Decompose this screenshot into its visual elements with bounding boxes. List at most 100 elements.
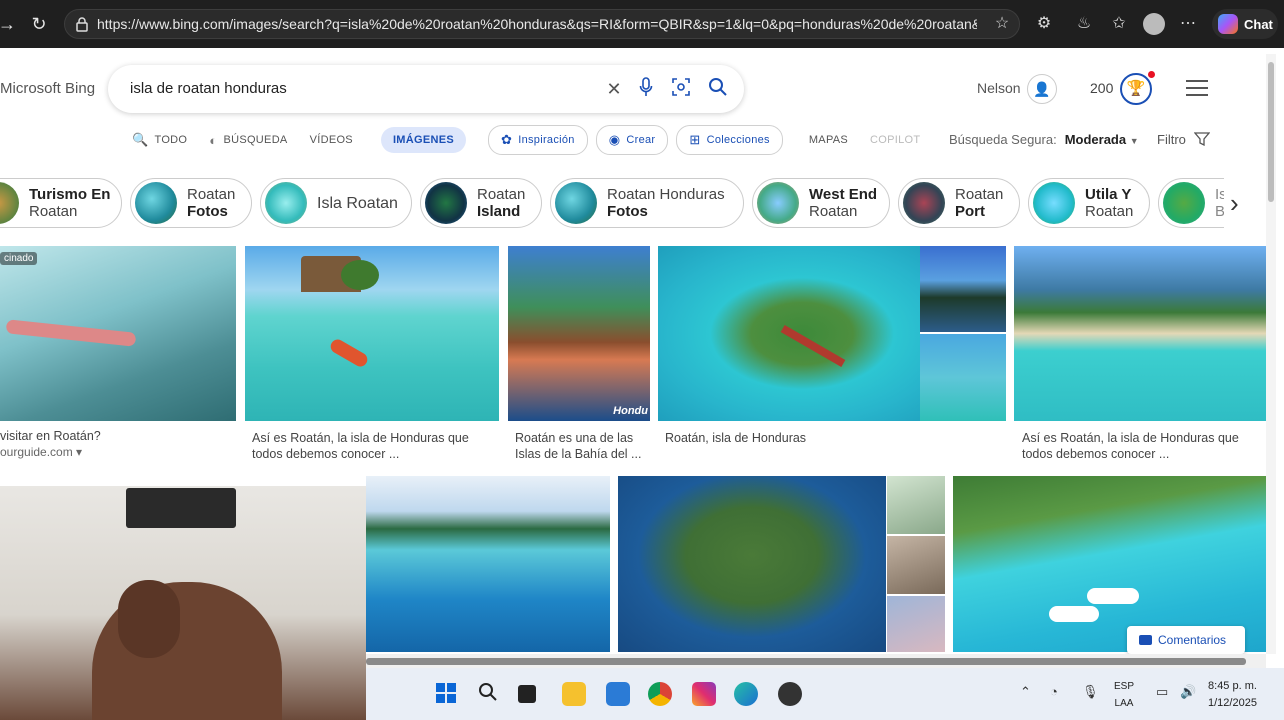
safe-search-label: Búsqueda Segura: (949, 132, 1057, 147)
user-name[interactable]: Nelson (977, 80, 1021, 96)
chip-line1: Roatan (955, 186, 1004, 203)
swimmer-figure (5, 319, 137, 347)
chip-line2: Fotos (187, 203, 228, 220)
feedback-button[interactable]: Comentarios (1127, 626, 1245, 654)
chip-thumbnail (425, 182, 467, 224)
chip-roatan-fotos[interactable]: Roatan Fotos (130, 178, 252, 228)
file-explorer-icon[interactable] (562, 682, 586, 706)
tab-colecciones[interactable]: ⊞ Colecciones (676, 125, 783, 155)
chevron-right-icon[interactable]: › (1230, 188, 1239, 219)
instagram-icon[interactable] (692, 682, 716, 706)
result-caption[interactable]: Roatán, isla de Honduras (665, 430, 915, 446)
performance-icon[interactable]: ♨ (1072, 12, 1096, 36)
result-image-sandbar[interactable] (366, 476, 610, 652)
menu-icon[interactable] (1186, 80, 1208, 101)
chip-line1: West End (809, 186, 878, 203)
copilot-chat-button[interactable]: Chat (1212, 9, 1278, 39)
tab-busqueda[interactable]: ◐ BÚSQUEDA (209, 133, 287, 148)
search-input[interactable]: isla de roatan honduras (130, 80, 287, 97)
result-image-monkey[interactable] (887, 536, 945, 594)
chevron-up-icon[interactable]: ⌃ (1020, 684, 1031, 700)
chip-line1: Isla Roatan (317, 194, 398, 212)
microphone-icon[interactable]: 🎙 (1082, 684, 1099, 700)
filter-button[interactable]: Filtro (1157, 132, 1210, 147)
sponsored-badge: cinado (0, 252, 38, 265)
result-image-snorkel[interactable]: cinado (0, 246, 236, 421)
search-box[interactable]: isla de roatan honduras ✕ (108, 65, 744, 113)
visual-search-icon[interactable] (669, 77, 693, 101)
volume-icon[interactable]: 🔊 (1180, 684, 1196, 700)
favorite-star-icon[interactable]: ☆ (990, 12, 1014, 36)
inspiration-icon: ✿ (501, 132, 513, 147)
tab-inspiracion[interactable]: ✿ Inspiración (488, 125, 588, 155)
tab-videos[interactable]: VÍDEOS (310, 134, 353, 146)
result-caption[interactable]: visitar en Roatán? ourguide.com ▾ (0, 428, 236, 460)
chip-thumbnail (135, 182, 177, 224)
back-arrow-icon[interactable]: → (0, 9, 22, 39)
profile-avatar[interactable] (1143, 13, 1165, 35)
safe-search-dropdown[interactable]: Búsqueda Segura: Moderada ▼ (949, 132, 1139, 147)
watermark-text: Hondu (613, 405, 648, 417)
result-image-beach-palms[interactable] (920, 246, 1006, 332)
chip-west-end-roatan[interactable]: West End Roatan (752, 178, 890, 228)
clear-icon[interactable]: ✕ (602, 77, 626, 101)
result-caption[interactable]: Así es Roatán, la isla de Honduras que t… (1022, 430, 1262, 462)
display-icon[interactable]: ▭ (1156, 684, 1168, 700)
favorites-icon[interactable]: ✩ (1107, 12, 1131, 36)
result-image-paddleboard[interactable] (245, 246, 499, 421)
search-icon[interactable] (476, 682, 500, 706)
result-image-resort[interactable] (920, 334, 1006, 421)
address-bar[interactable]: https://www.bing.com/images/search?q=isl… (64, 9, 1020, 39)
user-icon[interactable]: 👤 (1027, 74, 1057, 104)
more-options-icon[interactable]: ⋯ (1176, 12, 1200, 36)
task-view-icon[interactable] (518, 685, 536, 703)
chip-turismo-en-roatan[interactable]: Turismo En Roatan (0, 178, 122, 228)
chip-roatan-port[interactable]: Roatan Port (898, 178, 1020, 228)
result-image-toucan[interactable] (887, 476, 945, 534)
result-image-town[interactable] (887, 596, 945, 652)
extensions-icon[interactable]: ⚙ (1032, 12, 1056, 36)
result-caption[interactable]: Así es Roatán, la isla de Honduras que t… (252, 430, 492, 462)
chip-isla-roatan[interactable]: Isla Roatan (260, 178, 412, 228)
edge-icon[interactable] (734, 682, 758, 706)
boat-shape (1087, 588, 1139, 604)
lock-icon (76, 17, 88, 32)
language-indicator[interactable]: ESP LAA (1114, 678, 1134, 712)
result-image-island-aerial[interactable] (618, 476, 886, 652)
network-icon[interactable]: ◔ (1050, 684, 1058, 699)
windows-start-icon[interactable] (434, 682, 458, 706)
search-icon: 🔍 (132, 132, 149, 147)
horizontal-scrollbar[interactable] (366, 654, 1266, 668)
scroll-thumb[interactable] (1268, 62, 1274, 202)
bing-logo[interactable]: Microsoft Bing (0, 80, 95, 97)
result-image-aerial-island[interactable]: Hondu (508, 246, 650, 421)
chip-thumbnail (903, 182, 945, 224)
vertical-tabs: 🔍 TODO ◐ BÚSQUEDA VÍDEOS IMÁGENES ✿ Inspira… (132, 125, 942, 155)
chip-islas-bahia[interactable]: IsBa (1158, 178, 1224, 228)
chrome-icon[interactable] (648, 682, 672, 706)
rewards-points[interactable]: 200 (1090, 80, 1113, 96)
url-text[interactable]: https://www.bing.com/images/search?q=isl… (97, 16, 977, 32)
app-icon[interactable] (778, 682, 802, 706)
tab-mapas[interactable]: MAPAS (809, 134, 848, 146)
tab-imagenes[interactable]: IMÁGENES (380, 127, 467, 153)
search-icon[interactable] (706, 77, 730, 101)
result-caption[interactable]: Roatán es una de las Islas de la Bahía d… (515, 430, 645, 462)
store-icon[interactable] (606, 682, 630, 706)
clock[interactable]: 8:45 p. m. 1/12/2025 (1208, 678, 1257, 712)
microphone-icon[interactable] (634, 77, 658, 101)
chip-utila-y-roatan[interactable]: Utila Y Roatan (1028, 178, 1150, 228)
result-image-bay[interactable] (1014, 246, 1266, 421)
chip-thumbnail (1163, 182, 1205, 224)
chip-roatan-island[interactable]: Roatan Island (420, 178, 542, 228)
tab-todo[interactable]: 🔍 TODO (132, 132, 187, 148)
tab-copilot[interactable]: COPILOT (870, 134, 920, 146)
chip-roatan-honduras-fotos[interactable]: Roatan Honduras Fotos (550, 178, 744, 228)
refresh-icon[interactable]: ↻ (24, 9, 54, 39)
result-image-lagoon[interactable] (658, 246, 920, 421)
tab-crear[interactable]: ◉ Crear (595, 125, 669, 155)
chip-line1: Roatan Honduras (607, 186, 725, 203)
vertical-scrollbar[interactable] (1266, 54, 1276, 654)
rewards-trophy-icon[interactable]: 🏆 (1120, 73, 1152, 105)
scroll-thumb[interactable] (366, 658, 1246, 665)
